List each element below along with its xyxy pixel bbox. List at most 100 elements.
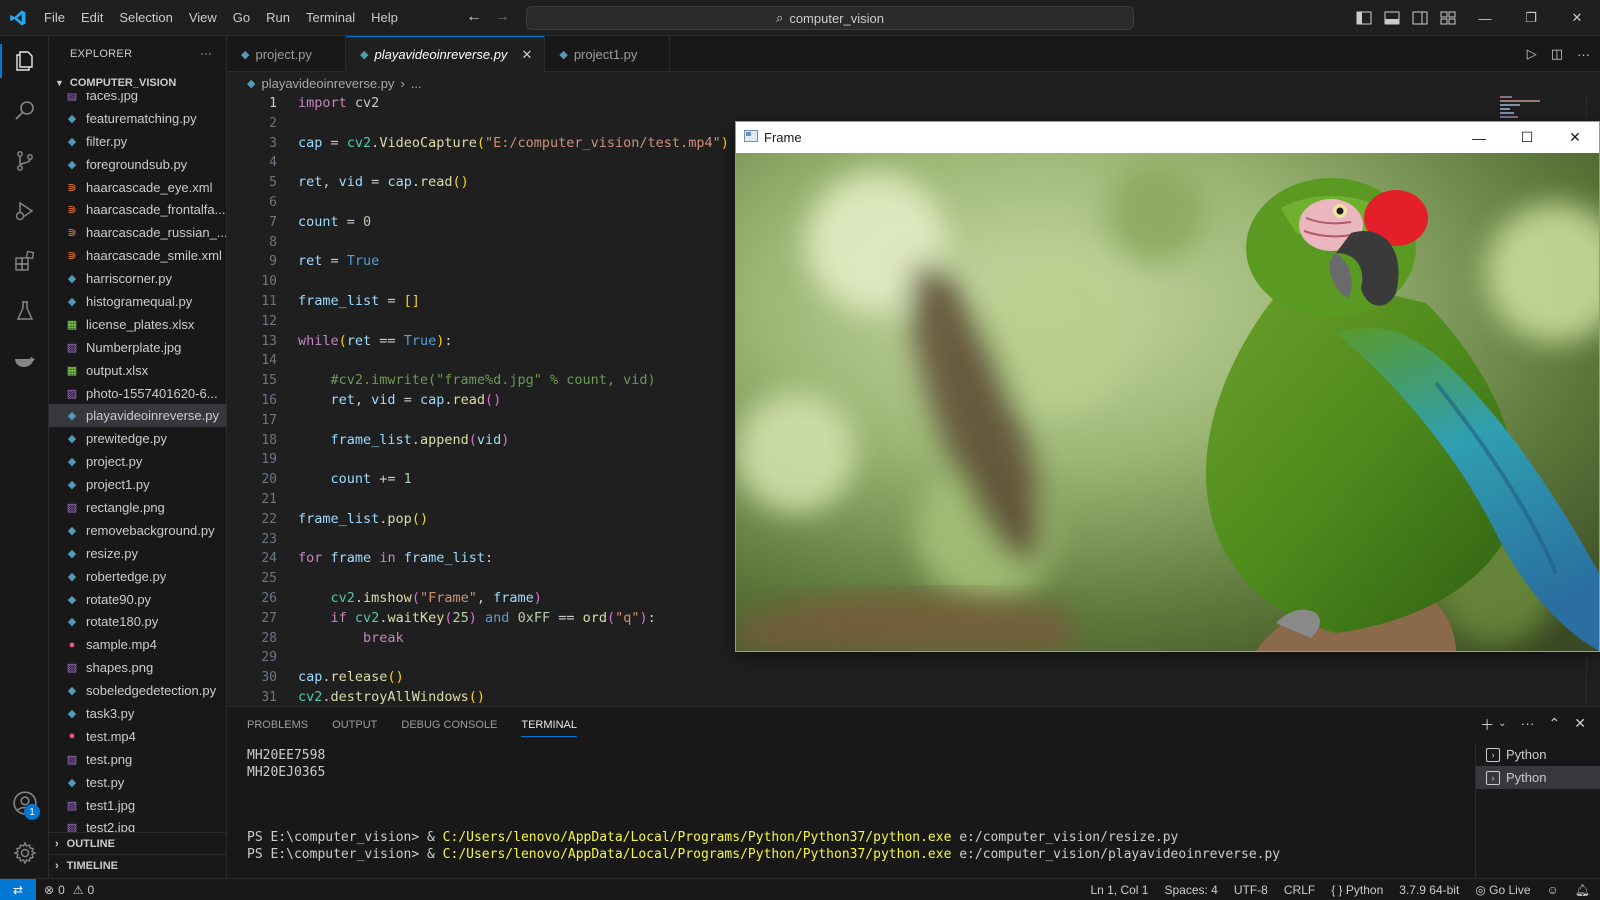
code-line[interactable] [298,569,729,589]
menu-terminal[interactable]: Terminal [298,0,363,36]
new-terminal-icon[interactable]: ＋ [1480,715,1494,735]
notifications-bell-icon[interactable]: 🔔︎ [1575,883,1590,897]
code-line[interactable]: count = 0 [298,213,729,233]
problems-summary[interactable]: ⊗ 0 ⚠ 0 [36,883,94,897]
menu-view[interactable]: View [181,0,225,36]
file-item[interactable]: ▦ license_plates.xlsx [49,313,226,336]
file-item[interactable]: ◆ robertedge.py [49,565,226,588]
run-debug-icon[interactable] [0,186,49,236]
file-item[interactable]: ◆ test.py [49,771,226,794]
close-tab-icon[interactable]: ✕ [521,47,532,63]
file-item[interactable]: ◆ project1.py [49,473,226,496]
outline-section[interactable]: › OUTLINE [49,832,226,854]
code-line[interactable]: while(ret == True): [298,332,729,352]
code-line[interactable] [298,490,729,510]
more-actions-icon[interactable]: ··· [1577,47,1590,62]
more-actions-icon[interactable]: ··· [1521,715,1535,735]
docker-icon[interactable] [0,336,49,386]
cursor-position[interactable]: Ln 1, Col 1 [1090,883,1148,897]
split-editor-icon[interactable]: ◫ [1551,46,1563,62]
terminal-output[interactable]: MH20EE7598 MH20EJ0365 PS E:\computer_visio… [247,747,1447,863]
code-line[interactable]: cv2.imshow("Frame", frame) [298,589,729,609]
editor-tab[interactable]: ◆ playavideoinreverse.py ✕ [346,36,546,72]
file-item[interactable]: ▨ photo-1557401620-6... [49,382,226,405]
back-arrow-icon[interactable]: ← [466,8,482,26]
maximize-panel-icon[interactable]: ⌃ [1549,715,1561,735]
code-line[interactable]: cv2.destroyAllWindows() [298,688,729,706]
more-actions-icon[interactable]: ··· [200,48,212,60]
code-line[interactable]: if cv2.waitKey(25) and 0xFF == ord("q"): [298,609,729,629]
file-item[interactable]: ◆ prewitedge.py [49,427,226,450]
code-line[interactable] [298,411,729,431]
menu-go[interactable]: Go [225,0,258,36]
python-interpreter[interactable]: 3.7.9 64-bit [1399,883,1459,897]
extensions-icon[interactable] [0,236,49,286]
menu-help[interactable]: Help [363,0,406,36]
close-panel-icon[interactable]: ✕ [1574,715,1586,735]
code-line[interactable] [298,648,729,668]
menu-file[interactable]: File [36,0,73,36]
terminal-instance[interactable]: › Python [1476,743,1600,766]
code-line[interactable]: cap.release() [298,668,729,688]
terminal-instance[interactable]: › Python [1476,766,1600,789]
code-line[interactable] [298,351,729,371]
run-file-icon[interactable]: ▷ [1527,46,1537,62]
restore-window-icon[interactable]: ❐ [1508,0,1554,36]
file-item[interactable]: ◆ filter.py [49,130,226,153]
minimize-window-icon[interactable]: — [1462,0,1508,36]
code-line[interactable]: ret, vid = cap.read() [298,173,729,193]
file-item[interactable]: ⋑ haarcascade_frontalfa... [49,198,226,221]
code-line[interactable]: frame_list.append(vid) [298,431,729,451]
file-item[interactable]: ● sample.mp4 [49,633,226,656]
file-item[interactable]: ● test.mp4 [49,725,226,748]
code-line[interactable] [298,233,729,253]
frame-titlebar[interactable]: Frame — ☐ ✕ [736,122,1599,153]
explorer-icon[interactable] [0,36,49,86]
minimap[interactable] [1498,94,1558,120]
file-item[interactable]: ◆ rotate180.py [49,610,226,633]
code-line[interactable] [298,193,729,213]
file-item[interactable]: ▨ test1.jpg [49,794,226,817]
code-line[interactable]: ret = True [298,252,729,272]
code-line[interactable]: frame_list = [] [298,292,729,312]
folder-root[interactable]: ▼ COMPUTER_VISION [49,72,226,94]
file-item[interactable]: ◆ project.py [49,450,226,473]
feedback-icon[interactable]: ☺ [1547,883,1559,897]
testing-icon[interactable] [0,286,49,336]
code-line[interactable]: #cv2.imwrite("frame%d.jpg" % count, vid) [298,371,729,391]
breadcrumb-rest[interactable]: ... [411,76,422,91]
panel-tab-output[interactable]: OUTPUT [332,719,377,731]
code-line[interactable]: frame_list.pop() [298,510,729,530]
editor-tab[interactable]: ◆ project.py [227,36,346,72]
code-line[interactable] [298,153,729,173]
frame-minimize-icon[interactable]: — [1455,122,1503,153]
file-item[interactable]: ◆ foregroundsub.py [49,153,226,176]
remote-indicator-icon[interactable]: ⇄ [0,878,36,900]
go-live-button[interactable]: ◎ Go Live [1475,883,1530,897]
forward-arrow-icon[interactable]: → [494,8,510,26]
code-line[interactable]: for frame in frame_list: [298,549,729,569]
file-item[interactable]: ◆ playavideoinreverse.py [49,404,226,428]
code-line[interactable] [298,450,729,470]
file-item[interactable]: ⋑ haarcascade_russian_... [49,221,226,244]
toggle-primary-sidebar-icon[interactable] [1350,4,1378,32]
indentation[interactable]: Spaces: 4 [1164,883,1217,897]
file-item[interactable]: ▨ Numberplate.jpg [49,336,226,359]
file-item[interactable]: ◆ featurematching.py [49,107,226,130]
file-item[interactable]: ◆ sobeledgedetection.py [49,679,226,702]
timeline-section[interactable]: › TIMELINE [49,854,226,876]
search-icon[interactable] [0,86,49,136]
code-line[interactable] [298,312,729,332]
editor-tab[interactable]: ◆ project1.py [545,36,671,72]
file-item[interactable]: ◆ resize.py [49,542,226,565]
toggle-panel-icon[interactable] [1378,4,1406,32]
code-line[interactable]: ret, vid = cap.read() [298,391,729,411]
file-item[interactable]: ▨ test.png [49,748,226,771]
file-item[interactable]: ▨ rectangle.png [49,496,226,519]
terminal-dropdown-icon[interactable]: ⌄ [1498,718,1506,735]
code-line[interactable]: count += 1 [298,470,729,490]
command-center-search[interactable]: ⌕ computer_vision [526,6,1134,30]
code-line[interactable]: import cv2 [298,94,729,114]
source-control-icon[interactable] [0,136,49,186]
menu-selection[interactable]: Selection [111,0,180,36]
